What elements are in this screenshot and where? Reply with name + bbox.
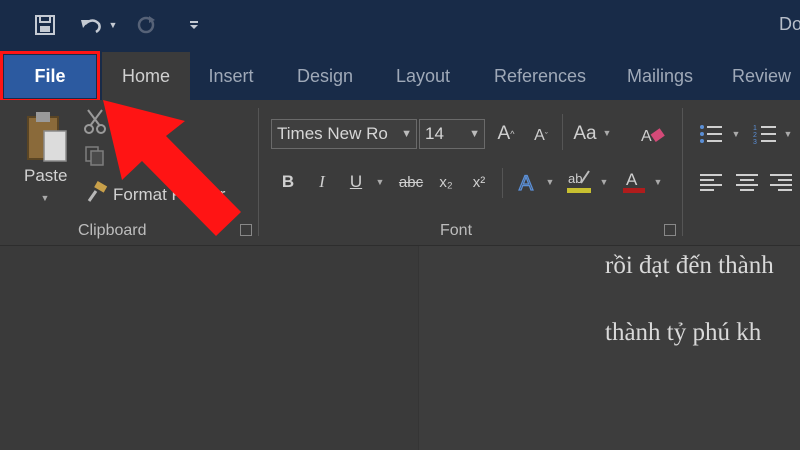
inner-separator <box>502 168 503 198</box>
clipboard-group-label: Clipboard <box>78 222 147 239</box>
document-text-line: rồi đạt đến thành <box>605 252 774 279</box>
clear-formatting-icon[interactable]: A <box>636 120 670 150</box>
superscript-button[interactable]: x² <box>467 168 491 196</box>
copy-icon[interactable] <box>82 144 108 168</box>
paste-dropdown-icon[interactable]: ▼ <box>38 192 52 204</box>
clipboard-dialog-launcher-icon[interactable] <box>240 224 252 236</box>
font-color-icon[interactable]: A <box>619 166 649 196</box>
tab-home[interactable]: Home <box>102 52 190 100</box>
ribbon: Paste ▼ Format Painter Clipboard Times N… <box>0 100 800 246</box>
italic-button[interactable]: I <box>310 168 334 196</box>
file-tab-highlight <box>0 51 100 102</box>
grow-font-icon[interactable]: A ^ <box>493 119 519 149</box>
svg-text:3: 3 <box>753 139 757 145</box>
subscript-button[interactable]: x₂ <box>434 168 458 196</box>
svg-text:A: A <box>519 172 533 194</box>
highlight-dropdown-icon[interactable]: ▼ <box>598 175 610 189</box>
document-text-line: thành tỷ phú kh <box>605 319 762 346</box>
font-name-value: Times New Ro <box>277 124 388 143</box>
tab-layout[interactable]: Layout <box>388 52 458 100</box>
change-case-button[interactable]: Aa <box>570 119 600 149</box>
paste-icon[interactable] <box>18 108 74 166</box>
strikethrough-button[interactable]: abc <box>396 168 426 196</box>
align-center-icon[interactable] <box>734 170 760 194</box>
svg-text:A: A <box>641 128 652 145</box>
group-separator <box>258 108 259 236</box>
document-title: Do <box>779 14 800 34</box>
bullets-dropdown-icon[interactable]: ▼ <box>730 127 742 141</box>
document-background <box>0 246 418 450</box>
format-painter-label[interactable]: Format Painter <box>113 185 225 205</box>
save-icon[interactable] <box>30 10 60 40</box>
bullets-icon[interactable] <box>698 120 724 148</box>
align-right-icon[interactable] <box>768 170 794 194</box>
format-painter-icon[interactable] <box>84 180 110 204</box>
underline-button[interactable]: U <box>344 168 368 196</box>
svg-text:2: 2 <box>753 132 757 139</box>
ribbon-tab-bar: File Home Insert Design Layout Reference… <box>0 52 800 100</box>
font-dialog-launcher-icon[interactable] <box>664 224 676 236</box>
title-bar: ▼ Do <box>0 0 800 52</box>
word-window: ▼ Do File Home Insert Design Layout Refe… <box>0 0 800 450</box>
svg-text:ab: ab <box>568 171 582 186</box>
paste-label[interactable]: Paste <box>24 166 67 186</box>
font-group-label: Font <box>440 222 473 239</box>
font-size-combo[interactable]: 14 ▼ <box>419 119 485 149</box>
tab-insert[interactable]: Insert <box>200 52 262 100</box>
undo-dropdown-icon[interactable]: ▼ <box>106 10 120 40</box>
numbering-icon[interactable]: 123 <box>752 120 778 148</box>
font-name-combo[interactable]: Times New Ro ▼ <box>271 119 417 149</box>
font-color-dropdown-icon[interactable]: ▼ <box>652 175 664 189</box>
chevron-down-icon: ▼ <box>469 128 480 140</box>
change-case-dropdown-icon[interactable]: ▼ <box>601 126 613 140</box>
customize-icon[interactable] <box>184 10 204 40</box>
underline-dropdown-icon[interactable]: ▼ <box>374 175 386 189</box>
text-effects-dropdown-icon[interactable]: ▼ <box>544 175 556 189</box>
align-left-icon[interactable] <box>698 170 724 194</box>
undo-icon[interactable] <box>76 10 106 40</box>
highlight-color-icon[interactable]: ab <box>564 166 594 196</box>
tab-references[interactable]: References <box>488 52 592 100</box>
inner-separator <box>562 114 563 150</box>
font-size-value: 14 <box>425 124 444 143</box>
chevron-down-icon: ▼ <box>401 128 412 140</box>
group-separator <box>682 108 683 236</box>
redo-icon[interactable] <box>132 10 160 40</box>
cut-icon[interactable] <box>82 108 108 134</box>
numbering-dropdown-icon[interactable]: ▼ <box>782 127 794 141</box>
bold-button[interactable]: B <box>276 168 300 196</box>
tab-design[interactable]: Design <box>290 52 360 100</box>
tab-review[interactable]: Review <box>732 52 800 100</box>
svg-text:A: A <box>626 170 638 189</box>
tab-mailings[interactable]: Mailings <box>620 52 700 100</box>
svg-text:1: 1 <box>753 125 757 132</box>
text-effects-icon[interactable]: A <box>514 168 542 196</box>
shrink-font-icon[interactable]: Aˇ <box>528 121 554 151</box>
